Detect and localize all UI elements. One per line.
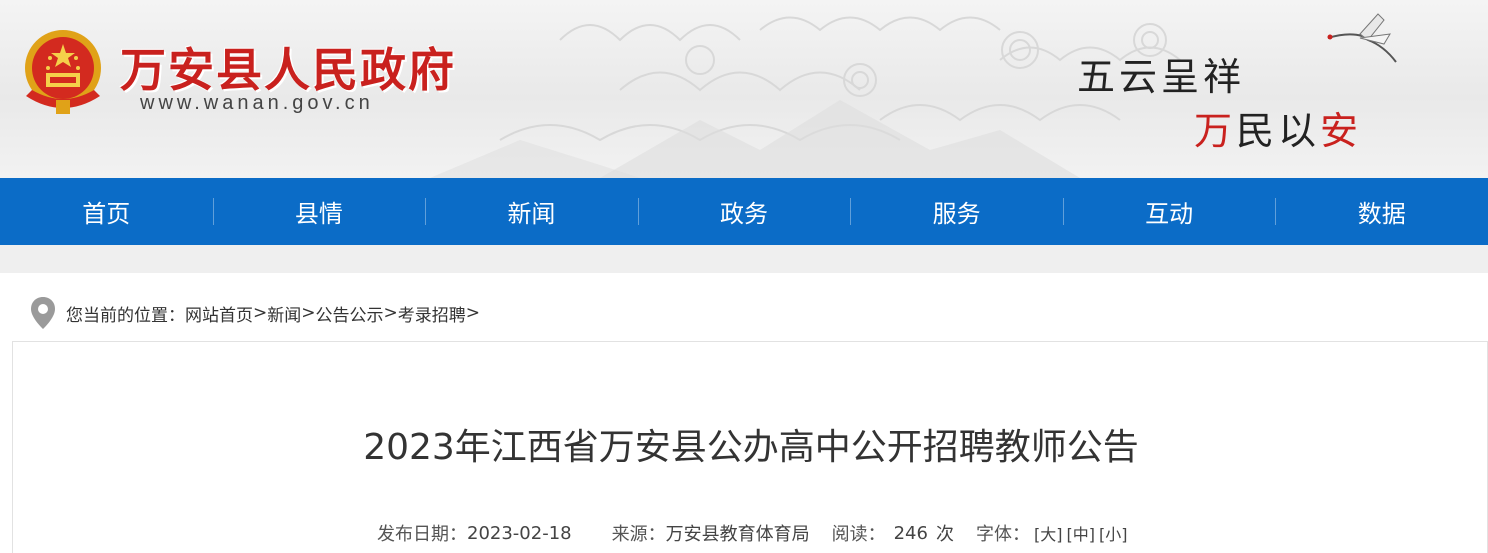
views-count: 246	[893, 522, 928, 544]
main-nav: 首页 县情 新闻 政务 服务 互动 数据	[0, 178, 1488, 245]
nav-item-news[interactable]: 新闻	[425, 178, 638, 245]
crane-icon	[1327, 13, 1397, 63]
location-pin-icon	[31, 297, 55, 329]
publish-date: 2023-02-18	[467, 522, 572, 544]
breadcrumb-announcements[interactable]: 公告公示	[316, 301, 384, 326]
nav-item-data[interactable]: 数据	[1275, 178, 1488, 245]
font-size-medium-button[interactable]: [中]	[1066, 521, 1095, 545]
slogan-char: 安	[1320, 109, 1363, 153]
slogan-line-2: 万民以安	[1194, 100, 1362, 155]
font-size-label: 字体：	[975, 524, 1030, 545]
site-title[interactable]: 万安县人民政府	[120, 34, 456, 100]
date-label: 发布日期：	[377, 524, 467, 545]
nav-item-home[interactable]: 首页	[0, 178, 213, 245]
nav-item-county-info[interactable]: 县情	[212, 178, 426, 245]
source-label: 来源：	[611, 524, 666, 545]
font-size-small-button[interactable]: [小]	[1099, 521, 1128, 545]
breadcrumb-separator: >	[253, 303, 268, 323]
breadcrumb-separator: >	[465, 303, 480, 323]
slogan-char: 万	[1194, 109, 1237, 153]
breadcrumb-recruitment[interactable]: 考录招聘	[398, 301, 466, 326]
breadcrumb-separator: >	[301, 303, 316, 323]
nav-item-government-affairs[interactable]: 政务	[637, 178, 851, 245]
slogan-char: 民	[1236, 109, 1279, 153]
views-label: 阅读：	[831, 524, 886, 545]
breadcrumb-separator: >	[383, 303, 398, 323]
slogan-line-1: 五云呈祥	[1077, 55, 1246, 99]
divider-band	[0, 245, 1488, 273]
breadcrumb: 您当前的位置： 网站首页 > 新闻 > 公告公示 > 考录招聘 >	[30, 295, 480, 331]
font-size-large-button[interactable]: [大]	[1034, 521, 1063, 545]
views-unit: 次	[935, 524, 954, 545]
slogan-char: 以	[1278, 109, 1321, 153]
breadcrumb-home[interactable]: 网站首页	[185, 301, 253, 326]
breadcrumb-news[interactable]: 新闻	[267, 301, 301, 326]
nav-item-interaction[interactable]: 互动	[1062, 178, 1276, 245]
header-banner: 万安县人民政府 www.wanan.gov.cn 五云呈祥 万民以安	[0, 0, 1488, 178]
national-emblem-icon	[25, 30, 101, 114]
article-panel: 2023年江西省万安县公办高中公开招聘教师公告 发布日期： 2023-02-18…	[12, 341, 1488, 553]
nav-item-services[interactable]: 服务	[850, 178, 1063, 245]
breadcrumb-prefix: 您当前的位置：	[66, 305, 185, 326]
site-url: www.wanan.gov.cn	[140, 92, 374, 114]
article-meta: 发布日期： 2023-02-18 来源： 万安县教育体育局 阅读： 246 次 …	[377, 520, 1127, 546]
source-value: 万安县教育体育局	[665, 524, 810, 545]
article-title: 2023年江西省万安县公办高中公开招聘教师公告	[363, 427, 1139, 468]
